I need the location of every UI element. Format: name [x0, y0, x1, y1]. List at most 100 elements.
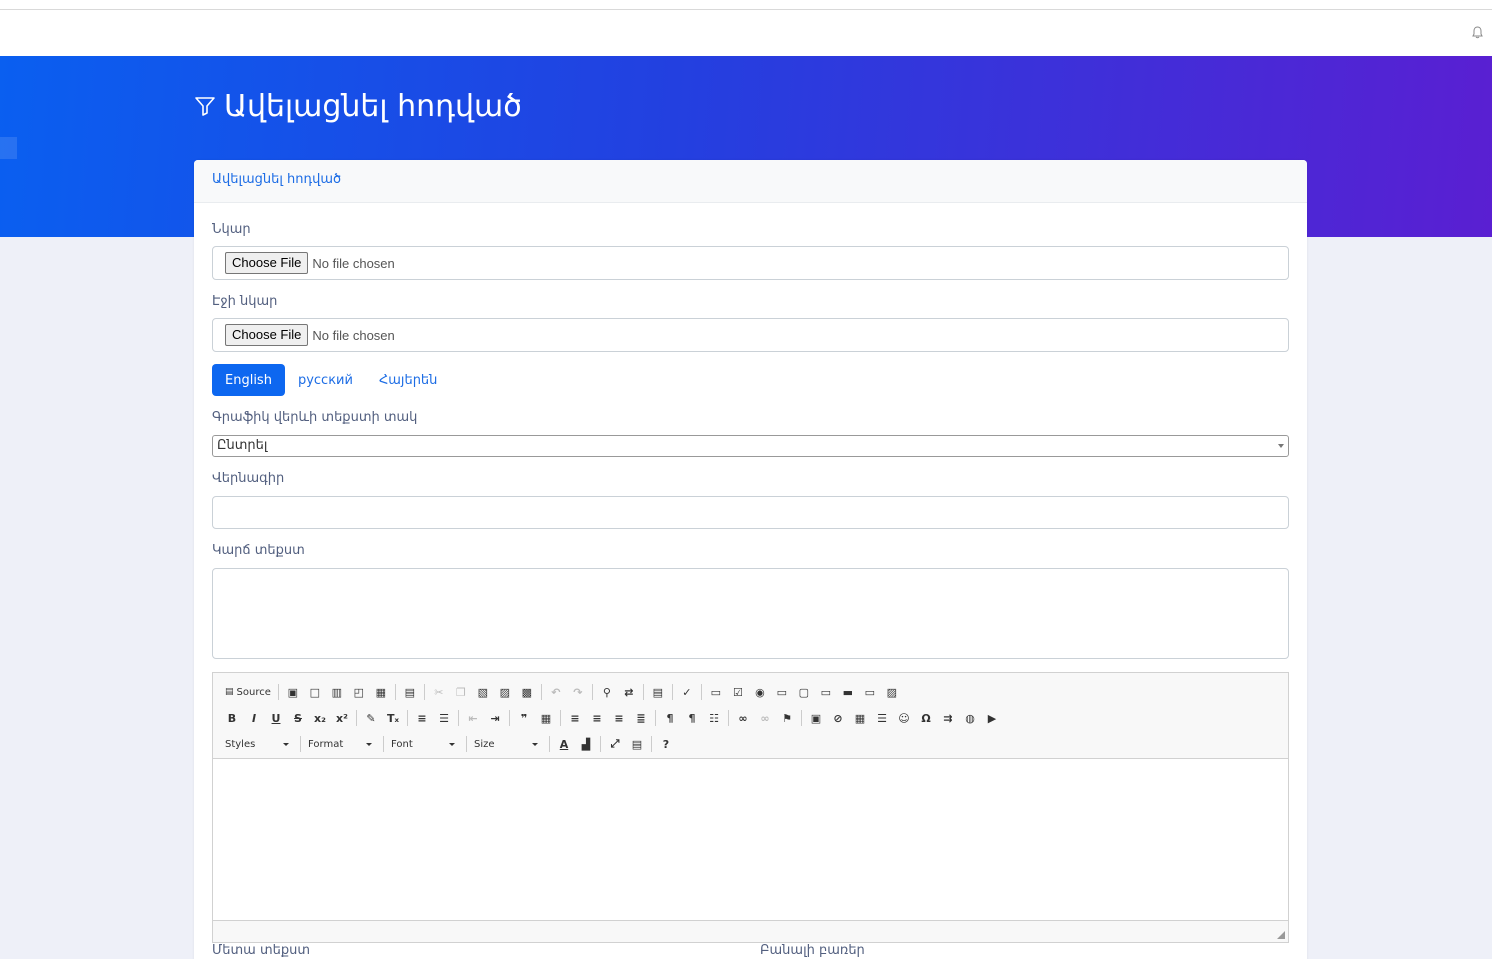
bold-icon[interactable]: B [221, 709, 243, 727]
show-blocks-icon[interactable]: ▤ [626, 735, 648, 753]
bulleted-list-icon[interactable]: ☰ [433, 709, 455, 727]
size-label: Size [474, 738, 495, 750]
bell-icon[interactable] [1472, 26, 1484, 40]
strike-icon[interactable]: S [287, 709, 309, 727]
align-left-icon[interactable]: ≡ [564, 709, 586, 727]
subscript-icon[interactable]: x₂ [309, 709, 331, 727]
rtl-icon[interactable]: ¶ [681, 709, 703, 727]
source-button[interactable]: ▤ Source [221, 687, 275, 698]
toolbar-separator [591, 684, 593, 700]
size-combo[interactable]: Size [470, 735, 542, 753]
copy-icon[interactable]: ❐ [450, 683, 472, 701]
radio-icon[interactable]: ◉ [749, 683, 771, 701]
form-icon[interactable]: ▭ [705, 683, 727, 701]
tab-english[interactable]: English [212, 364, 285, 396]
outdent-icon[interactable]: ⇤ [462, 709, 484, 727]
blockquote-icon[interactable]: ❞ [513, 709, 535, 727]
image-file-input[interactable]: Choose File No file chosen [212, 246, 1289, 280]
cut-icon[interactable]: ✂ [428, 683, 450, 701]
undo-icon[interactable]: ↶ [545, 683, 567, 701]
italic-icon[interactable]: I [243, 709, 265, 727]
select-field-icon[interactable]: ▭ [815, 683, 837, 701]
toolbar-separator [540, 684, 542, 700]
paste-icon[interactable]: ▧ [472, 683, 494, 701]
align-right-icon[interactable]: ≡ [608, 709, 630, 727]
replace-icon[interactable]: ⇄ [618, 683, 640, 701]
save-icon[interactable]: ▣ [282, 683, 304, 701]
unlink-icon[interactable]: ∞ [754, 709, 776, 727]
choose-file-button[interactable]: Choose File [225, 324, 309, 346]
templates-icon[interactable]: ▤ [399, 683, 421, 701]
choose-file-button[interactable]: Choose File [225, 252, 309, 274]
hidden-field-icon[interactable]: ▨ [881, 683, 903, 701]
format-combo[interactable]: Format [304, 735, 376, 753]
numbered-list-icon[interactable]: ≡ [411, 709, 433, 727]
filter-icon [195, 97, 215, 116]
toolbar-separator [600, 736, 601, 752]
align-center-icon[interactable]: ≡ [586, 709, 608, 727]
card-header: Ավելացնել հոդված [194, 160, 1307, 203]
anchor-icon[interactable]: ⚑ [776, 709, 798, 727]
checkbox-icon[interactable]: ☑ [727, 683, 749, 701]
short-text-textarea[interactable] [212, 568, 1289, 659]
new-page-icon[interactable]: □ [304, 683, 326, 701]
redo-icon[interactable]: ↷ [567, 683, 589, 701]
pdf-icon[interactable]: ▥ [326, 683, 348, 701]
align-justify-icon[interactable]: ≣ [630, 709, 652, 727]
spellcheck-icon[interactable]: ✓ [676, 683, 698, 701]
toolbar-separator [700, 684, 702, 700]
iframe-icon[interactable]: ◍ [959, 709, 981, 727]
chevron-down-icon [1278, 444, 1284, 448]
youtube-icon[interactable]: ▶ [981, 709, 1003, 727]
image-icon[interactable]: ▣ [805, 709, 827, 727]
article-form-card: Ավելացնել հոդված Նկար Choose File No fil… [194, 160, 1307, 959]
button-field-icon[interactable]: ▬ [837, 683, 859, 701]
paste-word-icon[interactable]: ▩ [516, 683, 538, 701]
print-icon[interactable]: ▦ [370, 683, 392, 701]
indent-icon[interactable]: ⇥ [484, 709, 506, 727]
graphic-select[interactable]: Ընտրել [212, 435, 1289, 457]
file-status: No file chosen [312, 255, 395, 271]
bg-color-icon[interactable]: ▟ [575, 735, 597, 753]
language-icon[interactable]: ☷ [703, 709, 725, 727]
toolbar-separator [356, 710, 357, 726]
toolbar-separator [458, 710, 459, 726]
find-icon[interactable]: ⚲ [596, 683, 618, 701]
copy-format-icon[interactable]: ✎ [360, 709, 382, 727]
select-all-icon[interactable]: ▤ [647, 683, 669, 701]
image-button-icon[interactable]: ▭ [859, 683, 881, 701]
horizontal-line-icon[interactable]: ☰ [871, 709, 893, 727]
help-icon[interactable]: ? [655, 735, 677, 753]
styles-combo[interactable]: Styles [221, 735, 293, 753]
page-image-file-input[interactable]: Choose File No file chosen [212, 318, 1289, 352]
textarea-icon[interactable]: ▢ [793, 683, 815, 701]
special-char-icon[interactable]: Ω [915, 709, 937, 727]
font-combo[interactable]: Font [387, 735, 459, 753]
tab-armenian[interactable]: Հայերեն [366, 364, 450, 396]
toolbar-separator [671, 684, 673, 700]
flash-icon[interactable]: ⊘ [827, 709, 849, 727]
smiley-icon[interactable]: ☺ [893, 709, 915, 727]
resize-grip-icon[interactable] [1277, 931, 1285, 939]
title-input[interactable] [212, 496, 1289, 529]
preview-icon[interactable]: ◰ [348, 683, 370, 701]
page-image-label: Էջի նկար [212, 294, 278, 309]
tab-russian[interactable]: русский [285, 364, 366, 396]
ltr-icon[interactable]: ¶ [659, 709, 681, 727]
paste-text-icon[interactable]: ▨ [494, 683, 516, 701]
div-container-icon[interactable]: ▦ [535, 709, 557, 727]
remove-format-icon[interactable]: Tₓ [382, 709, 404, 727]
underline-icon[interactable]: U [265, 709, 287, 727]
superscript-icon[interactable]: x² [331, 709, 353, 727]
text-color-icon[interactable]: A [553, 735, 575, 753]
toolbar-separator [651, 736, 652, 752]
table-icon[interactable]: ▦ [849, 709, 871, 727]
textfield-icon[interactable]: ▭ [771, 683, 793, 701]
link-icon[interactable]: ∞ [732, 709, 754, 727]
page-break-icon[interactable]: ⇉ [937, 709, 959, 727]
side-tab[interactable] [0, 137, 17, 159]
editor-toolbar: ▤ Source ▣ □ ▥ ◰ ▦ ▤ ✂ ❐ ▧ ▨ ▩ ↶ ↷ ⚲ ⇄ ▤… [213, 673, 1288, 759]
image-label: Նկար [212, 222, 251, 237]
maximize-icon[interactable]: ⤢ [604, 735, 626, 753]
editor-content-area[interactable] [213, 759, 1288, 920]
